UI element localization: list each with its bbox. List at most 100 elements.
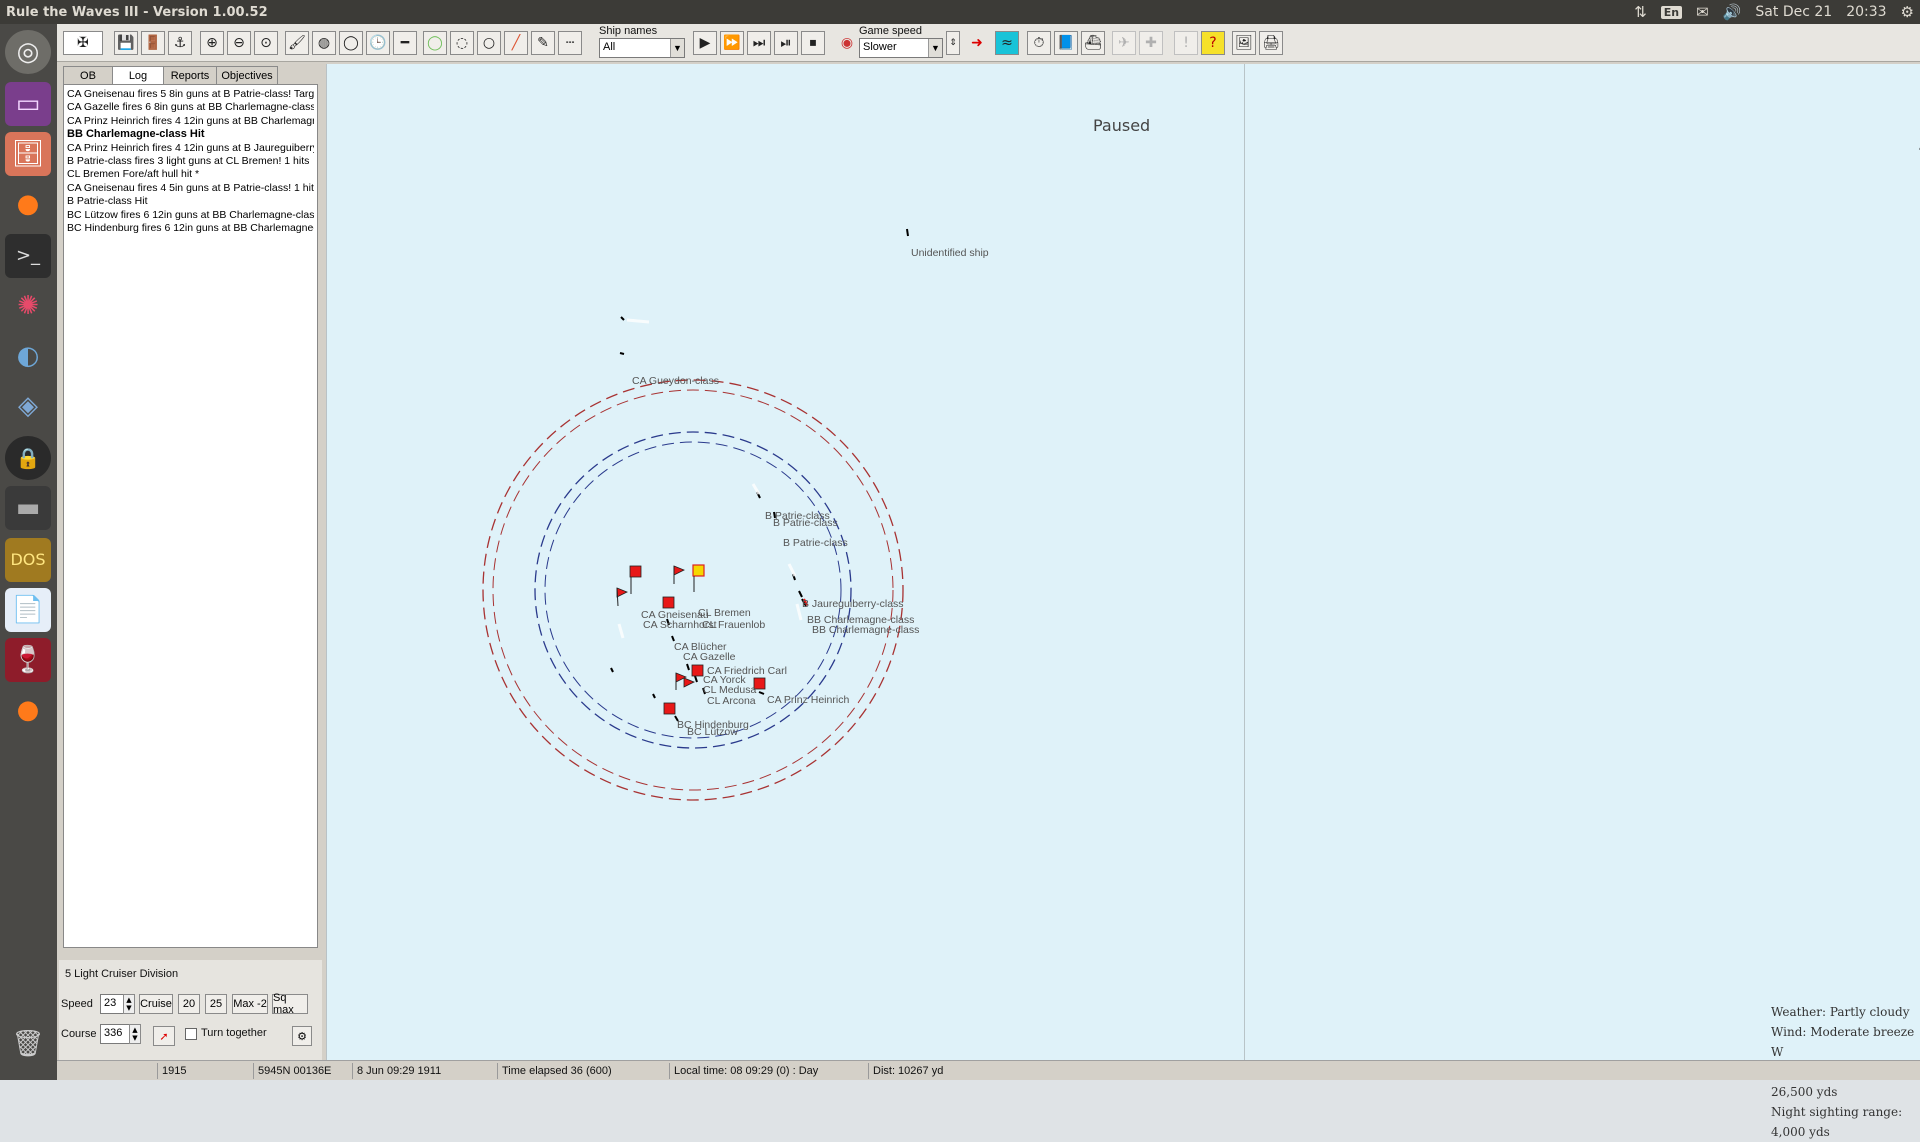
turn-together-checkbox[interactable] [185,1028,197,1040]
wine-icon[interactable]: 🍷 [5,638,51,682]
speed-20-button[interactable]: 20 [178,994,200,1014]
gunnery-icon[interactable]: ◍ [312,31,336,55]
formation-icon[interactable]: ⚓ [168,31,192,55]
dosbox-icon[interactable]: DOS [5,538,51,582]
screenshot-icon[interactable]: 🖼 [1232,31,1256,55]
tab-reports[interactable]: Reports [163,66,217,84]
red-line-icon[interactable]: ╱ [504,31,528,55]
settings-gear-icon[interactable]: ⚙ [1901,3,1914,21]
dashed-line-icon[interactable]: ┄ [558,31,582,55]
dotted-circle-icon[interactable]: ◌ [450,31,474,55]
log-entry: CA Gneisenau fires 4 5in guns at B Patri… [67,181,314,194]
division-settings-icon[interactable]: ⚙ [292,1026,312,1046]
line-tool-icon[interactable]: ━ [393,31,417,55]
zoom-reset-icon[interactable]: ⊙ [254,31,278,55]
ship-names-label: Ship names [599,25,658,37]
speed-25-button[interactable]: 25 [205,994,227,1014]
status-bar: 1915 5945N 00136E 8 Jun 09:29 1911 Time … [57,1060,1920,1080]
tab-ob[interactable]: OB [63,66,113,84]
document-viewer-icon[interactable]: 📄 [5,588,51,632]
ship-labels: Unidentified ship CA Gueydon-class B Pat… [632,247,989,738]
skip-forward-icon[interactable]: ⏯ [774,31,798,55]
tactical-map[interactable]: Unidentified ship CA Gueydon-class B Pat… [326,64,1920,1139]
chevron-down-icon[interactable]: ▼ [928,39,942,57]
app-window-icon[interactable]: ▭ [5,82,51,126]
aircraft-icon[interactable]: ✈ [1112,31,1136,55]
trash-icon[interactable]: 🗑 [5,1022,51,1066]
ship-label: CA Gueydon-class [632,375,719,387]
help-icon[interactable]: ? [1201,31,1225,55]
speed-input[interactable]: 23 [100,994,124,1014]
tab-objectives[interactable]: Objectives [216,66,278,84]
clock-time[interactable]: 20:33 [1846,4,1886,20]
play-fast-icon[interactable]: ⏩ [720,31,744,55]
exclaim-icon[interactable]: ! [1174,31,1198,55]
clock-date[interactable]: Sat Dec 21 [1755,4,1832,20]
exit-door-icon[interactable]: 🚪 [141,31,165,55]
brush-tool-icon[interactable]: 🖌 [285,31,309,55]
course-spinner[interactable]: ▲ ▼ [129,1024,141,1044]
play-turn-icon[interactable]: ⏭ [747,31,771,55]
cursor-arrow-icon[interactable]: ➚ [153,1026,175,1046]
map-divider [1244,64,1245,1060]
steam-icon[interactable]: ◐ [5,334,51,378]
max-minus-2-button[interactable]: Max -2 [232,994,268,1014]
division-name: 5 Light Cruiser Division [65,968,179,980]
german-ensign-flag-icon[interactable]: ✠ [63,31,103,55]
red-arrow-icon[interactable]: ➜ [965,31,989,55]
battle-log[interactable]: CA Gneisenau fires 5 8in guns at B Patri… [63,84,318,948]
wind-text: Wind: Moderate breeze W [1771,1025,1915,1059]
play-step-icon[interactable]: ▶ [693,31,717,55]
paused-indicator: Paused [1093,116,1151,135]
status-distance: Dist: 10267 yd [868,1063,1068,1079]
range-circle-icon[interactable]: ◯ [339,31,363,55]
dash-home-icon[interactable]: ◎ [5,30,51,74]
game-speed-select[interactable]: Slower ▼ [859,38,943,58]
dark-window-icon[interactable]: ▬ [5,486,51,530]
chevron-down-icon[interactable]: ▼ [670,39,684,57]
ship-label: BB Charlemagne-class [812,624,919,636]
keyboard-layout-indicator[interactable]: En [1660,5,1683,19]
ship-names-value: All [603,41,616,53]
log-entry: BC Lützow fires 6 12in guns at BB Charle… [67,208,314,221]
clock-icon[interactable]: 🕒 [366,31,390,55]
aircraft-plus-icon[interactable]: ✚ [1139,31,1163,55]
stopwatch-icon[interactable]: ⏱ [1027,31,1051,55]
firefox-icon[interactable]: ● [5,182,51,226]
volume-icon[interactable]: 🔊 [1723,3,1742,21]
lock-icon[interactable]: 🔒 [5,436,51,480]
speed-spinner-icon[interactable]: ⇕ [946,31,960,55]
ship-names-select[interactable]: All ▼ [599,38,685,58]
mail-icon[interactable]: ✉ [1696,3,1709,21]
pinwheel-app-icon[interactable]: ✺ [5,284,51,328]
flag-icon [616,587,628,598]
ship-label: CL Frauenlob [702,619,765,631]
firefox-alt-icon[interactable]: ● [5,688,51,732]
save-icon[interactable]: 💾 [114,31,138,55]
book-icon[interactable]: 📘 [1054,31,1078,55]
file-manager-icon[interactable]: 🗄 [5,132,51,176]
squadron-max-button[interactable]: Sq max [272,992,308,1016]
stop-icon[interactable]: ⏹ [801,31,825,55]
print-icon[interactable]: 🖨 [1259,31,1283,55]
network-icon[interactable]: ⇅ [1634,3,1647,21]
status-position: 5945N 00136E [253,1063,349,1079]
target-icon[interactable]: ◉ [835,31,859,55]
status-date: 8 Jun 09:29 1911 [352,1063,462,1079]
course-input[interactable]: 336 [100,1024,130,1044]
terminal-icon[interactable]: >_ [5,234,51,278]
cruise-button[interactable]: Cruise [139,994,173,1014]
tab-log[interactable]: Log [112,66,164,84]
zoom-in-icon[interactable]: ⊕ [200,31,224,55]
virtualbox-icon[interactable]: ◈ [5,384,51,428]
launcher: ◎ ▭ 🗄 ● >_ ✺ ◐ ◈ 🔒 ▬ DOS 📄 🍷 ● 🗑 [0,24,57,1080]
pencil-icon[interactable]: ✎ [531,31,555,55]
map-canvas[interactable]: Unidentified ship CA Gueydon-class B Pat… [327,64,1920,1060]
speed-spinner[interactable]: ▲ ▼ [123,994,135,1014]
outline-circle-icon[interactable]: ○ [477,31,501,55]
ship-icon[interactable]: ⛴ [1081,31,1105,55]
ship-label: CA Gazelle [683,651,736,663]
sea-view-icon[interactable]: ≈ [995,31,1019,55]
green-circle-icon[interactable]: ◯ [423,31,447,55]
zoom-out-icon[interactable]: ⊖ [227,31,251,55]
